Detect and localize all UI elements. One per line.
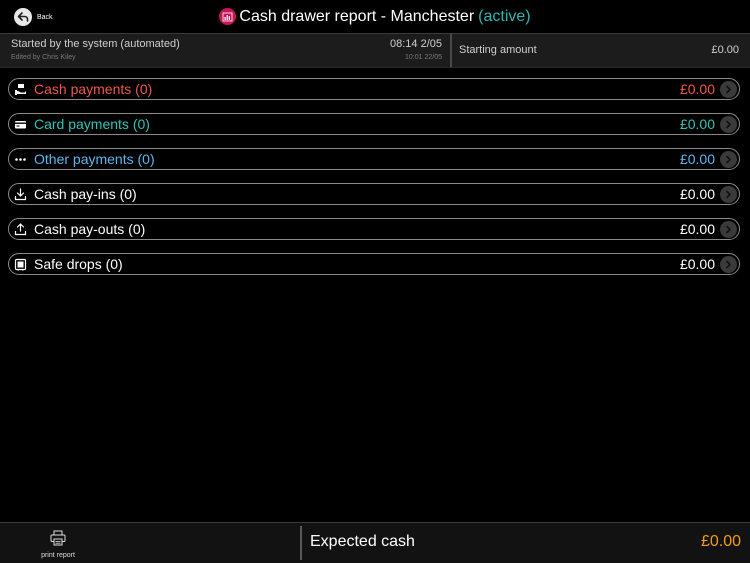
printer-icon	[50, 530, 66, 546]
row-label: Cash pay-ins (0)	[34, 186, 137, 202]
report-chart-icon	[219, 8, 237, 25]
row-value: £0.00	[679, 81, 715, 97]
upload-icon	[14, 223, 27, 236]
row-value: £0.00	[679, 186, 715, 202]
chevron-right-icon	[720, 116, 737, 133]
cash-pay-ins-row[interactable]: Cash pay-ins (0) £0.00	[8, 183, 740, 205]
back-label: Back	[37, 13, 53, 21]
back-arrow-icon	[14, 8, 32, 26]
chevron-right-icon	[720, 221, 737, 238]
cash-pay-outs-row[interactable]: Cash pay-outs (0) £0.00	[8, 218, 740, 240]
footer-divider	[300, 526, 302, 560]
card-payments-row[interactable]: Card payments (0) £0.00	[8, 113, 740, 135]
row-value: £0.00	[679, 256, 715, 272]
row-value: £0.00	[679, 116, 715, 132]
edited-by-text: Edited by Chris Kiley	[11, 54, 76, 61]
start-time: 08:14 2/05	[390, 38, 442, 50]
more-dots-icon	[14, 153, 27, 166]
chevron-right-icon	[720, 186, 737, 203]
drawer-session-info: Started by the system (automated) Edited…	[0, 34, 450, 67]
download-icon	[14, 188, 27, 201]
footer-bar: print report Expected cash £0.00	[0, 522, 750, 563]
row-label: Cash payments (0)	[34, 81, 153, 97]
starting-amount-label: Starting amount	[459, 44, 537, 56]
row-value: £0.00	[679, 221, 715, 237]
expected-cash-value: £0.00	[700, 533, 741, 550]
edit-time: 10:01 22/05	[405, 54, 442, 61]
row-label: Other payments (0)	[34, 151, 155, 167]
back-button[interactable]: Back	[14, 8, 53, 26]
drawer-info-bar: Started by the system (automated) Edited…	[0, 33, 750, 68]
chevron-right-icon	[720, 151, 737, 168]
safe-icon	[14, 258, 27, 271]
chevron-right-icon	[720, 256, 737, 273]
starting-amount-value: £0.00	[711, 44, 739, 56]
other-payments-row[interactable]: Other payments (0) £0.00	[8, 148, 740, 170]
chevron-right-icon	[720, 81, 737, 98]
row-value: £0.00	[679, 151, 715, 167]
cash-hand-icon	[14, 83, 27, 96]
header-bar: Back Cash drawer report - Manchester (ac…	[0, 0, 750, 33]
row-label: Card payments (0)	[34, 116, 150, 132]
started-by-text: Started by the system (automated)	[11, 38, 180, 50]
row-label: Cash pay-outs (0)	[34, 221, 146, 237]
print-report-label: print report	[41, 552, 75, 559]
status-badge: (active)	[478, 7, 531, 25]
page-title: Cash drawer report - Manchester	[239, 7, 475, 25]
cash-payments-row[interactable]: Cash payments (0) £0.00	[8, 78, 740, 100]
expected-cash-label: Expected cash	[310, 533, 415, 550]
safe-drops-row[interactable]: Safe drops (0) £0.00	[8, 253, 740, 275]
row-label: Safe drops (0)	[34, 256, 123, 272]
starting-amount-field[interactable]: Starting amount £0.00	[452, 34, 750, 67]
print-report-button[interactable]: print report	[30, 527, 86, 561]
card-icon	[14, 118, 27, 131]
